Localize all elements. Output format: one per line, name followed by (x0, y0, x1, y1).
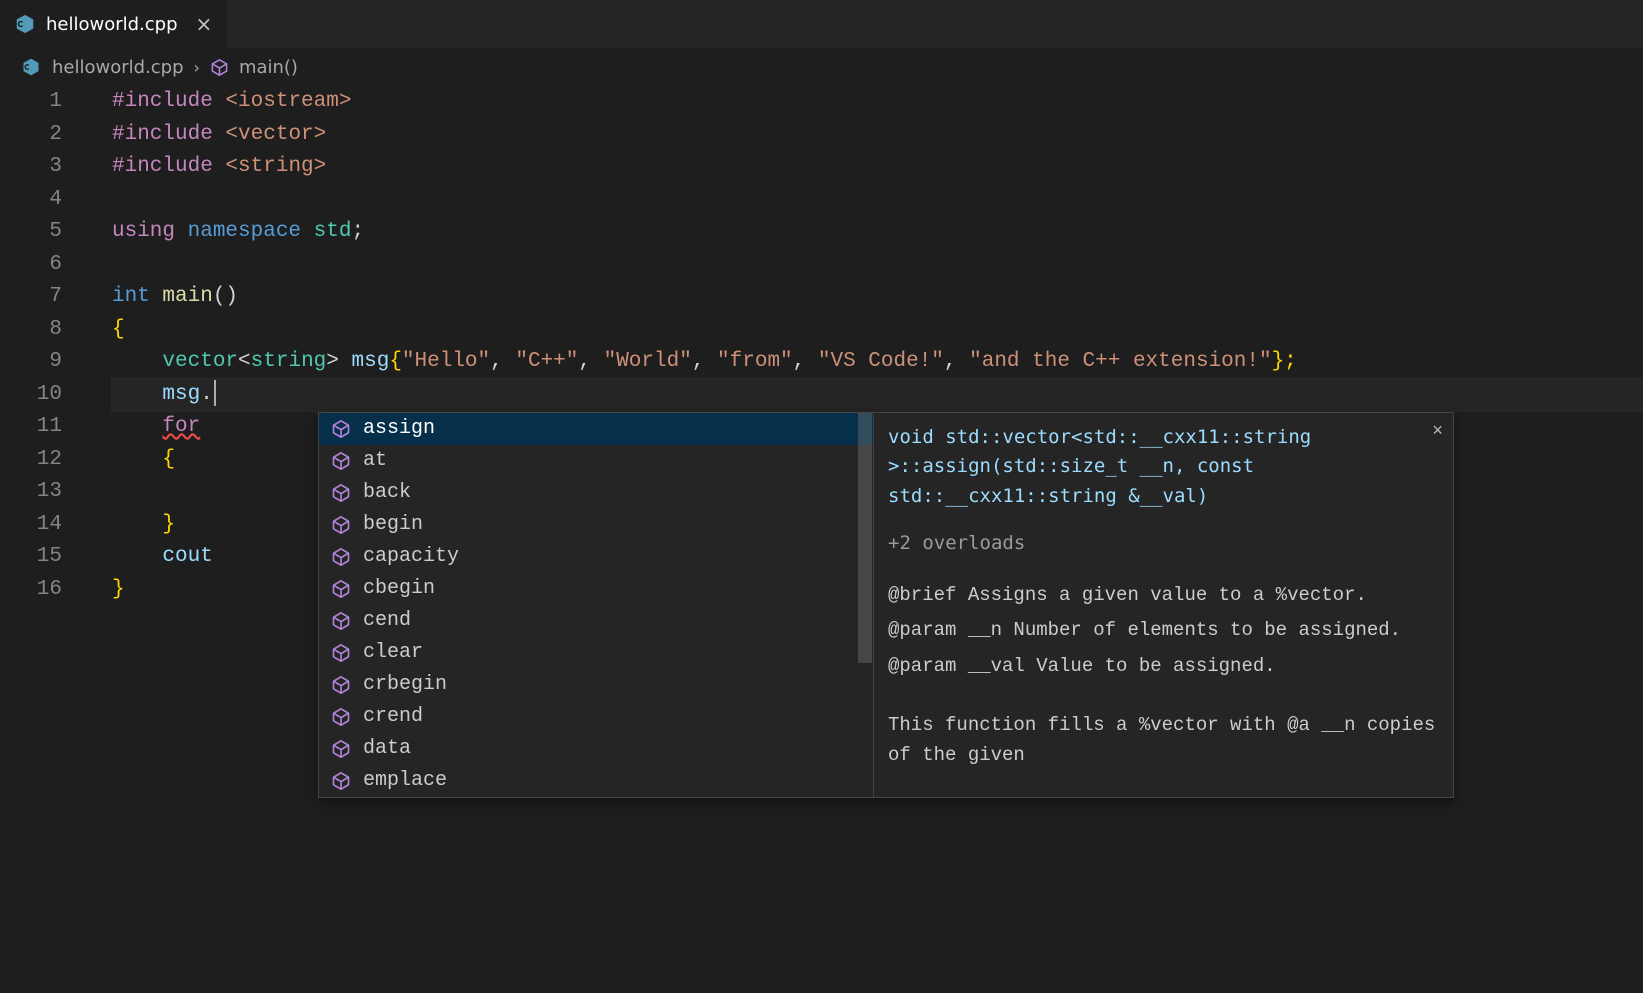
code-line[interactable]: int main() (112, 281, 1643, 314)
suggest-item-label: begin (363, 509, 423, 542)
code-area[interactable]: #include <iostream> #include <vector> #i… (92, 86, 1643, 606)
method-icon (331, 771, 351, 791)
code-line[interactable]: #include <vector> (112, 119, 1643, 152)
suggest-item-label: cend (363, 605, 411, 638)
method-icon (331, 739, 351, 759)
suggest-item-label: cbegin (363, 573, 435, 606)
chevron-right-icon: › (194, 58, 200, 77)
code-line[interactable]: vector<string> msg{"Hello", "C++", "Worl… (112, 346, 1643, 379)
suggest-item-label: back (363, 477, 411, 510)
suggest-item[interactable]: emplace (319, 765, 873, 797)
suggest-item-label: clear (363, 637, 423, 670)
suggest-item[interactable]: assign (319, 413, 873, 445)
method-icon (331, 643, 351, 663)
line-number-gutter: 1 2 3 4 5 6 7 8 9 10 11 12 13 14 15 16 (0, 86, 92, 606)
line-number: 13 (0, 476, 62, 509)
line-number: 11 (0, 411, 62, 444)
suggest-item-label: crbegin (363, 669, 447, 702)
line-number: 6 (0, 249, 62, 282)
suggest-item[interactable]: back (319, 477, 873, 509)
line-number: 3 (0, 151, 62, 184)
suggest-item[interactable]: clear (319, 637, 873, 669)
breadcrumb-symbol[interactable]: main() (239, 57, 298, 78)
suggest-list[interactable]: assignatbackbegincapacitycbegincendclear… (319, 413, 873, 797)
line-number: 12 (0, 444, 62, 477)
scrollbar[interactable] (858, 413, 872, 797)
suggest-item-label: at (363, 445, 387, 478)
method-icon (331, 451, 351, 471)
method-icon (331, 611, 351, 631)
suggest-item[interactable]: cbegin (319, 573, 873, 605)
suggest-widget: assignatbackbegincapacitycbegincendclear… (318, 412, 1454, 798)
suggest-item[interactable]: crend (319, 701, 873, 733)
method-icon (331, 579, 351, 599)
doc-text: This function fills a %vector with @a __… (888, 711, 1439, 770)
suggest-item[interactable]: data (319, 733, 873, 765)
method-icon (331, 515, 351, 535)
editor[interactable]: 1 2 3 4 5 6 7 8 9 10 11 12 13 14 15 16 #… (0, 86, 1643, 606)
suggest-item[interactable]: at (319, 445, 873, 477)
suggest-item[interactable]: crbegin (319, 669, 873, 701)
tab-label: helloworld.cpp (46, 14, 178, 35)
method-icon (331, 675, 351, 695)
line-number: 4 (0, 184, 62, 217)
method-icon (331, 419, 351, 439)
code-line[interactable]: #include <iostream> (112, 86, 1643, 119)
suggest-doc: × void std::vector<std::__cxx11::string … (873, 413, 1453, 797)
code-line[interactable] (112, 184, 1643, 217)
close-icon[interactable]: × (1432, 419, 1443, 447)
method-icon (331, 547, 351, 567)
suggest-item-label: crend (363, 701, 423, 734)
suggest-item-label: assign (363, 413, 435, 445)
scrollbar-thumb[interactable] (858, 413, 872, 663)
suggest-item[interactable]: begin (319, 509, 873, 541)
overloads-text: +2 overloads (888, 529, 1439, 558)
cpp-file-icon (14, 13, 36, 35)
doc-text: @param __n Number of elements to be assi… (888, 616, 1439, 645)
breadcrumb: helloworld.cpp › main() (0, 48, 1643, 86)
line-number: 16 (0, 574, 62, 607)
line-number: 5 (0, 216, 62, 249)
doc-text: @brief Assigns a given value to a %vecto… (888, 581, 1439, 610)
code-line[interactable]: msg. (112, 379, 1643, 412)
suggest-item[interactable]: cend (319, 605, 873, 637)
signature-text: void std::vector<std::__cxx11::string >:… (888, 423, 1439, 511)
breadcrumb-file[interactable]: helloworld.cpp (52, 57, 184, 78)
line-number: 8 (0, 314, 62, 347)
line-number: 10 (0, 379, 62, 412)
line-number: 1 (0, 86, 62, 119)
line-number: 2 (0, 119, 62, 152)
line-number: 15 (0, 541, 62, 574)
method-icon (331, 483, 351, 503)
code-line[interactable]: { (112, 314, 1643, 347)
suggest-item-label: capacity (363, 541, 459, 574)
method-icon (331, 707, 351, 727)
tab-helloworld[interactable]: helloworld.cpp × (0, 0, 226, 48)
code-line[interactable]: #include <string> (112, 151, 1643, 184)
cpp-file-icon (20, 56, 42, 78)
code-line[interactable] (112, 249, 1643, 282)
suggest-item-label: emplace (363, 765, 447, 797)
text-cursor (214, 380, 216, 406)
method-icon (210, 58, 229, 77)
line-number: 7 (0, 281, 62, 314)
line-number: 14 (0, 509, 62, 542)
close-icon[interactable]: × (196, 12, 213, 36)
suggest-item-label: data (363, 733, 411, 766)
suggest-item[interactable]: capacity (319, 541, 873, 573)
code-line[interactable]: using namespace std; (112, 216, 1643, 249)
line-number: 9 (0, 346, 62, 379)
doc-text: @param __val Value to be assigned. (888, 652, 1439, 681)
doc-text (888, 687, 1439, 705)
tab-bar: helloworld.cpp × (0, 0, 1643, 48)
